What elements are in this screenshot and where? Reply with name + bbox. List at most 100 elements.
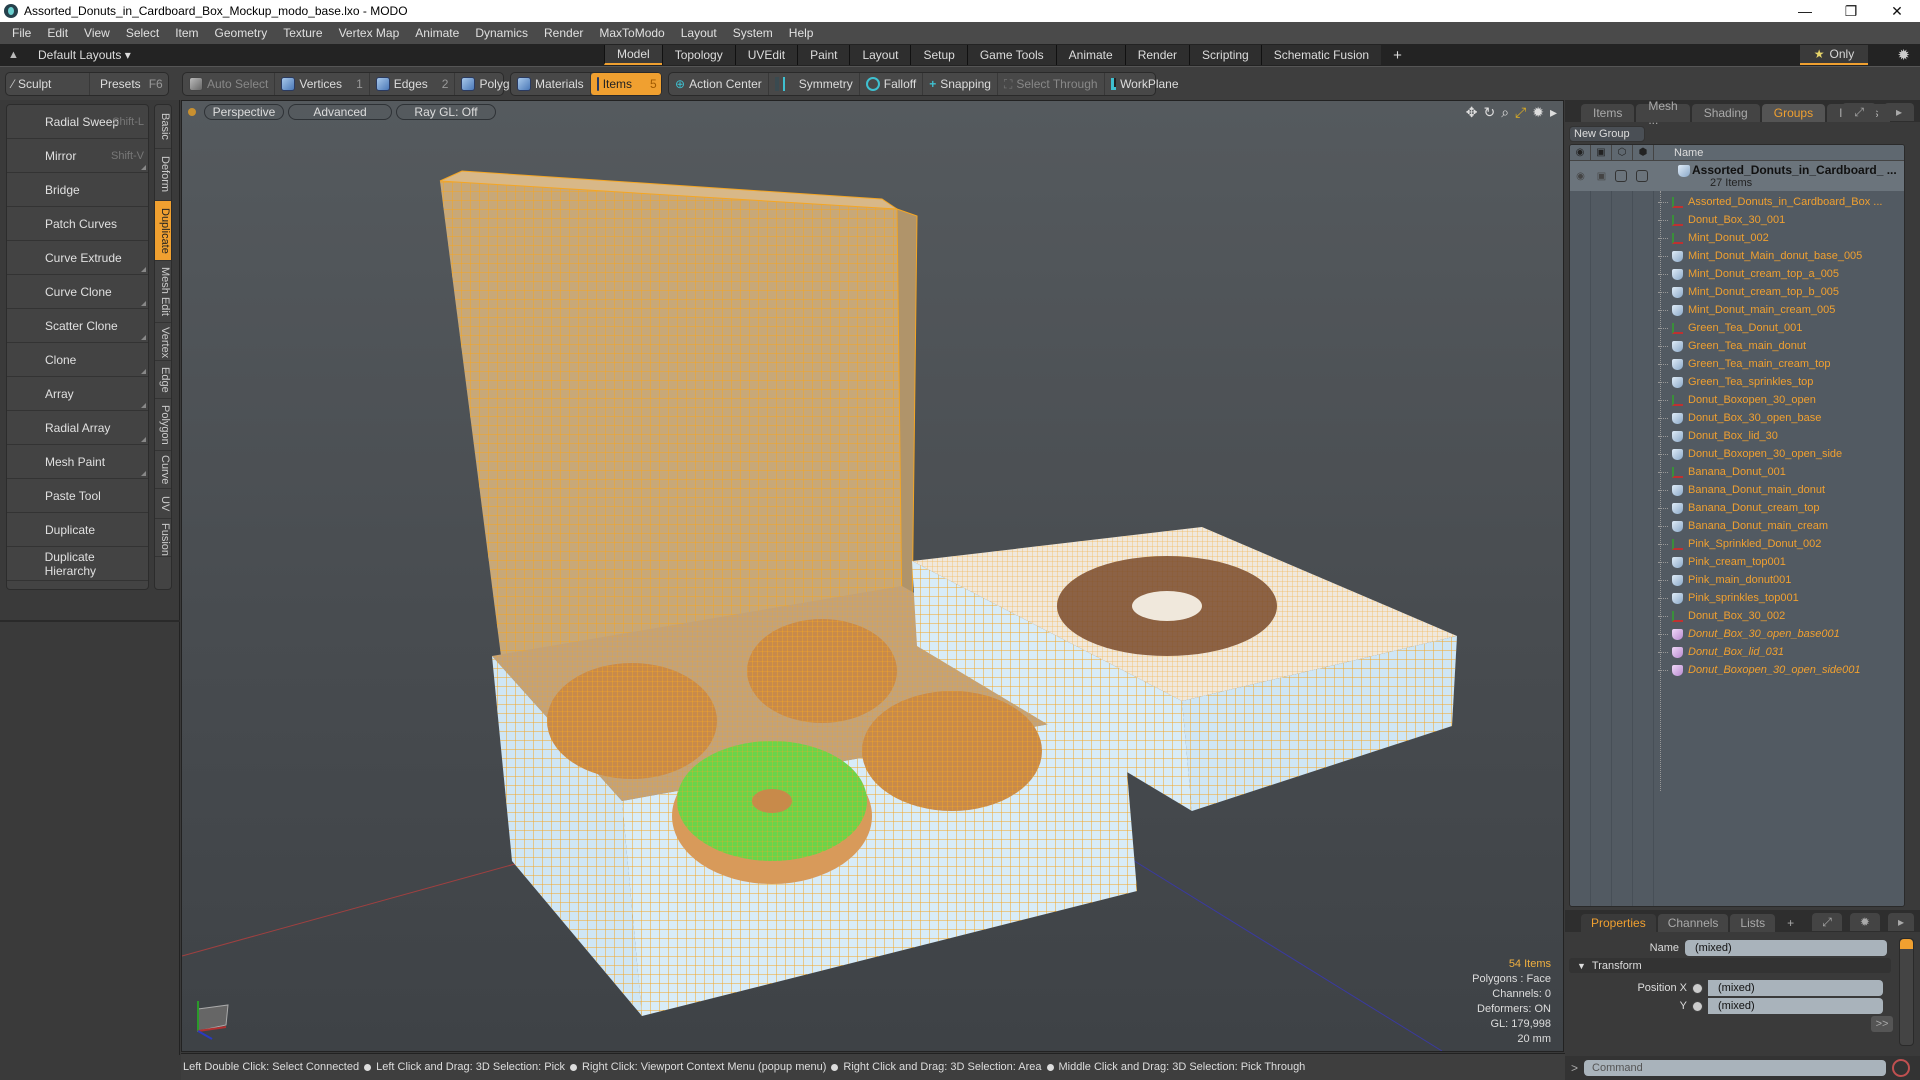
tool-mirror[interactable]: Mirror Shift-V	[7, 139, 148, 173]
record-macro-icon[interactable]	[1892, 1059, 1911, 1077]
vtab-curve[interactable]: Curve	[155, 451, 171, 489]
vtab-mesh-edit[interactable]: Mesh Edit	[155, 261, 171, 323]
group-item-row[interactable]: Pink_cream_top001	[1654, 553, 1904, 571]
menu-dynamics[interactable]: Dynamics	[467, 26, 536, 40]
snapping-button[interactable]: + Snapping	[923, 73, 998, 95]
menu-vertex-map[interactable]: Vertex Map	[331, 26, 408, 40]
tool-mesh-paint[interactable]: Mesh Paint	[7, 445, 148, 479]
vtab-edge[interactable]: Edge	[155, 361, 171, 399]
add-tab-button[interactable]: +	[1381, 45, 1414, 65]
menu-system[interactable]: System	[725, 26, 781, 40]
vertices-button[interactable]: Vertices 1	[275, 73, 370, 95]
maximize-viewport-icon[interactable]: ⤢	[1515, 104, 1526, 121]
rotate-icon[interactable]: ↻	[1483, 104, 1495, 121]
edges-button[interactable]: Edges 2	[370, 73, 456, 95]
viewport-menu-arrow-icon[interactable]: ▸	[1550, 104, 1557, 121]
group-item-row[interactable]: Mint_Donut_Main_donut_base_005	[1654, 247, 1904, 265]
vtab-deform[interactable]: Deform	[155, 149, 171, 201]
tool-radial-sweep[interactable]: Radial Sweep Shift-L	[7, 105, 148, 139]
vtab-polygon[interactable]: Polygon	[155, 399, 171, 451]
tab-animate[interactable]: Animate	[1055, 45, 1125, 65]
default-layouts-dropdown[interactable]: Default Layouts ▾	[38, 48, 131, 62]
tab-properties[interactable]: Properties	[1581, 914, 1656, 932]
items-button[interactable]: Items 5	[590, 73, 661, 95]
position-y-keyframe-button[interactable]	[1692, 1000, 1703, 1012]
select-through-button[interactable]: ⛶ Select Through	[998, 73, 1105, 95]
group-item-row[interactable]: Donut_Boxopen_30_open	[1654, 391, 1904, 409]
vtab-fusion[interactable]: Fusion	[155, 519, 171, 557]
new-group-button[interactable]: New Group	[1569, 126, 1645, 142]
group-item-row[interactable]: Pink_Sprinkled_Donut_002	[1654, 535, 1904, 553]
props-expand-icon[interactable]: ⤢	[1812, 913, 1842, 931]
group-item-row[interactable]: Green_Tea_main_cream_top	[1654, 355, 1904, 373]
group-row[interactable]: ◉ ▣ Assorted_Donuts_in_Cardboard_ ... 27…	[1570, 161, 1904, 191]
tab-channels[interactable]: Channels	[1657, 914, 1729, 932]
props-menu-arrow-icon[interactable]: ▸	[1887, 913, 1914, 931]
position-x-field[interactable]: (mixed)	[1708, 980, 1883, 996]
more-properties-button[interactable]: >>	[1871, 1016, 1893, 1032]
auto-select-button[interactable]: Auto Select	[183, 73, 276, 95]
tool-duplicate[interactable]: Duplicate	[7, 513, 148, 547]
menu-edit[interactable]: Edit	[39, 26, 76, 40]
tool-curve-extrude[interactable]: Curve Extrude	[7, 241, 148, 275]
group-item-row[interactable]: Green_Tea_sprinkles_top	[1654, 373, 1904, 391]
name-field[interactable]: (mixed)	[1685, 940, 1887, 956]
presets-button[interactable]: Presets F6	[90, 73, 168, 95]
group-item-row[interactable]: Mint_Donut_cream_top_a_005	[1654, 265, 1904, 283]
group-item-row[interactable]: Banana_Donut_cream_top	[1654, 499, 1904, 517]
tab-model[interactable]: Model	[604, 45, 662, 65]
group-item-row[interactable]: Donut_Box_lid_30	[1654, 427, 1904, 445]
command-input[interactable]: Command	[1584, 1060, 1887, 1076]
symmetry-button[interactable]: Symmetry	[769, 73, 860, 95]
tab-layout[interactable]: Layout	[849, 45, 911, 65]
tool-curve-clone[interactable]: Curve Clone	[7, 275, 148, 309]
menu-maxtomodo[interactable]: MaxToModo	[591, 26, 672, 40]
sculpt-button[interactable]: ⁄ Sculpt	[6, 73, 90, 95]
group-lock-checkbox[interactable]	[1615, 170, 1627, 182]
workplane-button[interactable]: WorkPlane	[1105, 73, 1185, 95]
tool-clone[interactable]: Clone	[7, 343, 148, 377]
group-item-row[interactable]: Mint_Donut_002	[1654, 229, 1904, 247]
tab-topology[interactable]: Topology	[661, 45, 735, 65]
zoom-icon[interactable]: ⌕	[1501, 104, 1509, 121]
vtab-duplicate[interactable]: Duplicate	[155, 201, 171, 261]
minimize-button[interactable]: —	[1782, 0, 1828, 22]
panel-menu-arrow-icon[interactable]: ▸	[1883, 103, 1914, 121]
tab-shading[interactable]: Shading	[1691, 104, 1760, 122]
pan-icon[interactable]: ✥	[1466, 104, 1478, 121]
group-item-row[interactable]: Green_Tea_Donut_001	[1654, 319, 1904, 337]
menu-item[interactable]: Item	[167, 26, 206, 40]
raygl-toggle[interactable]: Ray GL: Off	[396, 104, 496, 120]
tab-items[interactable]: Items	[1581, 104, 1635, 122]
tab-paint[interactable]: Paint	[797, 45, 850, 65]
tool-bridge[interactable]: Bridge	[7, 173, 148, 207]
visibility-eye-icon[interactable]: ◉	[1570, 145, 1591, 161]
tool-paste-tool[interactable]: Paste Tool	[7, 479, 148, 513]
tab-setup[interactable]: Setup	[910, 45, 967, 65]
only-toggle[interactable]: ★ Only	[1800, 45, 1868, 65]
viewport-settings-icon[interactable]: ✹	[1532, 104, 1544, 121]
group-item-row[interactable]: Banana_Donut_main_donut	[1654, 481, 1904, 499]
tool-scatter-clone[interactable]: Scatter Clone	[7, 309, 148, 343]
tab-mesh[interactable]: Mesh ...	[1636, 99, 1690, 127]
close-button[interactable]: ✕	[1874, 0, 1920, 22]
group-item-row[interactable]: Donut_Box_30_open_base	[1654, 409, 1904, 427]
group-select-checkbox[interactable]	[1636, 170, 1648, 182]
group-item-row[interactable]: Donut_Boxopen_30_open_side	[1654, 445, 1904, 463]
name-column-header[interactable]: Name	[1654, 147, 1703, 159]
vtab-vertex[interactable]: Vertex	[155, 323, 171, 361]
menu-help[interactable]: Help	[781, 26, 822, 40]
menu-file[interactable]: File	[4, 26, 39, 40]
menu-render[interactable]: Render	[536, 26, 591, 40]
tab-groups[interactable]: Groups	[1761, 104, 1826, 122]
panel-divider[interactable]	[0, 620, 180, 622]
group-item-row[interactable]: Donut_Boxopen_30_open_side001	[1654, 661, 1904, 679]
tab-schematic-fusion[interactable]: Schematic Fusion	[1260, 45, 1382, 65]
vtab-uv[interactable]: UV	[155, 489, 171, 519]
tab-scripting[interactable]: Scripting	[1189, 45, 1261, 65]
props-gear-icon[interactable]: ✹	[1849, 913, 1880, 931]
action-center-button[interactable]: ⊕ Action Center	[669, 73, 769, 95]
properties-scrollbar[interactable]	[1899, 938, 1914, 1046]
selectable-icon[interactable]: ⬢	[1633, 145, 1654, 161]
tab-game-tools[interactable]: Game Tools	[966, 45, 1056, 65]
